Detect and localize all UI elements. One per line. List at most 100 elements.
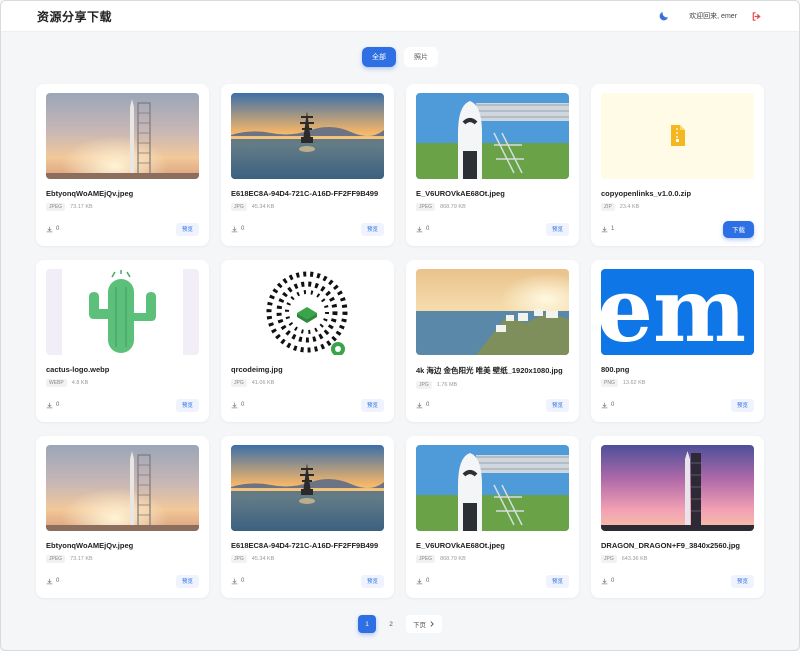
- resource-thumbnail[interactable]: [416, 445, 569, 531]
- file-meta: WEBP 4.8 KB: [46, 379, 199, 387]
- preview-button[interactable]: 预览: [175, 222, 199, 236]
- next-page-label: 下页: [413, 622, 426, 629]
- download-count-value: 0: [426, 402, 430, 408]
- file-meta: JPG 45.34 KB: [231, 203, 384, 211]
- page-1-button[interactable]: 1: [358, 615, 376, 633]
- moon-icon[interactable]: [657, 9, 671, 23]
- resource-thumbnail[interactable]: em: [601, 269, 754, 355]
- file-name: 4k 海边 金色阳光 唯美 壁纸_1920x1080.jpg: [416, 366, 563, 375]
- download-count: 0: [601, 578, 614, 585]
- file-size: 23.4 KB: [619, 204, 640, 210]
- resource-thumbnail[interactable]: [601, 445, 754, 531]
- download-icon: [231, 226, 238, 232]
- file-size: 1.76 MB: [436, 382, 458, 388]
- resource-card-5[interactable]: cactus-logo.webp WEBP 4.8 KB 0 预览: [36, 260, 209, 422]
- download-icon: [46, 226, 53, 232]
- file-type-badge: JPEG: [46, 203, 66, 211]
- file-type-badge: JPG: [231, 203, 247, 211]
- welcome-text: 欢迎回来, emer: [689, 13, 737, 20]
- download-count: 0: [416, 578, 429, 585]
- card-footer: 0 预览: [231, 222, 384, 236]
- download-icon: [46, 578, 53, 584]
- resource-thumbnail[interactable]: [416, 93, 569, 179]
- preview-button[interactable]: 预览: [360, 398, 384, 412]
- download-count: 0: [46, 578, 59, 585]
- resource-card-10[interactable]: E618EC8A-94D4-721C-A16D-FF2FF9B499 JPG 4…: [221, 436, 394, 598]
- download-count-value: 0: [56, 402, 60, 408]
- file-type-badge: JPG: [601, 555, 617, 563]
- file-meta: JPG 45.34 KB: [231, 555, 384, 563]
- preview-button[interactable]: 预览: [545, 222, 569, 236]
- file-size: 868.79 KB: [440, 204, 466, 210]
- filter-all[interactable]: 全部: [362, 47, 396, 67]
- resource-card-8[interactable]: em 800.png PNG 13.62 KB 0 预览: [591, 260, 764, 422]
- filter-bar: 全部 照片: [1, 47, 799, 67]
- preview-button[interactable]: 预览: [545, 398, 569, 412]
- resource-card-12[interactable]: DRAGON_DRAGON+F9_3840x2560.jpg JPG 643.3…: [591, 436, 764, 598]
- file-meta: JPEG 868.79 KB: [416, 555, 569, 563]
- brand-title: 资源分享下载: [37, 9, 113, 24]
- preview-button[interactable]: 预览: [360, 222, 384, 236]
- preview-button[interactable]: 预览: [175, 574, 199, 588]
- resource-thumbnail[interactable]: [416, 269, 569, 355]
- download-count: 0: [416, 402, 429, 409]
- resource-thumbnail[interactable]: [231, 269, 384, 355]
- file-meta: JPEG 73.17 KB: [46, 203, 199, 211]
- resource-card-1[interactable]: EbtyonqWoAMEjQv.jpeg JPEG 73.17 KB 0 预览: [36, 84, 209, 246]
- file-name: E_V6UROVkAE68Ot.jpeg: [416, 189, 505, 198]
- resource-thumbnail[interactable]: [601, 93, 754, 179]
- preview-button[interactable]: 预览: [360, 574, 384, 588]
- download-count-value: 0: [241, 226, 245, 232]
- preview-button[interactable]: 预览: [730, 574, 754, 588]
- resource-card-3[interactable]: E_V6UROVkAE68Ot.jpeg JPEG 868.79 KB 0 预览: [406, 84, 579, 246]
- card-footer: 0 预览: [46, 398, 199, 412]
- resource-card-2[interactable]: E618EC8A-94D4-721C-A16D-FF2FF9B499 JPG 4…: [221, 84, 394, 246]
- file-name: 800.png: [601, 365, 630, 374]
- file-type-badge: JPG: [231, 379, 247, 387]
- file-type-badge: JPEG: [416, 203, 436, 211]
- download-icon: [416, 226, 423, 232]
- card-footer: 0 预览: [416, 574, 569, 588]
- download-count: 0: [46, 226, 59, 233]
- preview-button[interactable]: 预览: [730, 398, 754, 412]
- resource-card-9[interactable]: EbtyonqWoAMEjQv.jpeg JPEG 73.17 KB 0 预览: [36, 436, 209, 598]
- file-type-badge: JPG: [416, 381, 432, 389]
- file-meta: JPEG 868.79 KB: [416, 203, 569, 211]
- preview-button[interactable]: 预览: [545, 574, 569, 588]
- download-icon: [601, 578, 608, 584]
- resource-thumbnail[interactable]: [231, 93, 384, 179]
- resource-card-7[interactable]: 4k 海边 金色阳光 唯美 壁纸_1920x1080.jpg JPG 1.76 …: [406, 260, 579, 422]
- filter-photos[interactable]: 照片: [404, 47, 438, 67]
- file-meta: PNG 13.62 KB: [601, 379, 754, 387]
- page-2-button[interactable]: 2: [382, 615, 400, 633]
- download-count-value: 1: [611, 226, 615, 232]
- resource-thumbnail[interactable]: [46, 445, 199, 531]
- file-type-badge: JPG: [231, 555, 247, 563]
- file-size: 73.17 KB: [70, 556, 93, 562]
- file-size: 73.17 KB: [70, 204, 93, 210]
- card-footer: 0 预览: [231, 574, 384, 588]
- file-meta: JPG 1.76 MB: [416, 381, 569, 389]
- download-button[interactable]: 下载: [723, 220, 754, 238]
- next-page-button[interactable]: 下页: [406, 615, 442, 633]
- card-footer: 0 预览: [46, 222, 199, 236]
- resource-thumbnail[interactable]: [231, 445, 384, 531]
- resource-thumbnail[interactable]: [46, 93, 199, 179]
- resource-thumbnail[interactable]: [46, 269, 199, 355]
- card-footer: 0 预览: [601, 574, 754, 588]
- resource-card-4[interactable]: copyopenlinks_v1.0.0.zip ZIP 23.4 KB 1 下…: [591, 84, 764, 246]
- download-count-value: 0: [56, 578, 60, 584]
- logout-icon[interactable]: [749, 9, 763, 23]
- download-icon: [601, 226, 608, 232]
- file-size: 868.79 KB: [440, 556, 466, 562]
- file-meta: ZIP 23.4 KB: [601, 203, 754, 211]
- preview-button[interactable]: 预览: [175, 398, 199, 412]
- download-count: 0: [231, 226, 244, 233]
- resource-card-6[interactable]: qrcodeimg.jpg JPG 41.06 KB 0 预览: [221, 260, 394, 422]
- download-count: 0: [231, 402, 244, 409]
- resource-card-11[interactable]: E_V6UROVkAE68Ot.jpeg JPEG 868.79 KB 0 预览: [406, 436, 579, 598]
- header-actions: 欢迎回来, emer: [657, 9, 763, 23]
- file-name: cactus-logo.webp: [46, 365, 110, 374]
- file-meta: JPG 643.36 KB: [601, 555, 754, 563]
- download-icon: [231, 402, 238, 408]
